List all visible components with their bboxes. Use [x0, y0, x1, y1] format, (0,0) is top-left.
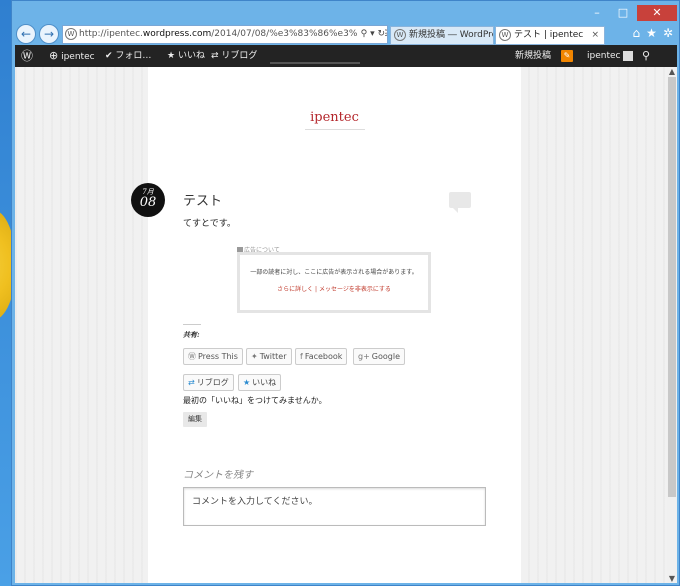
star-icon: ★ — [243, 378, 251, 387]
maximize-button[interactable]: □ — [611, 5, 635, 21]
facebook-button[interactable]: f Facebook — [295, 348, 348, 365]
tab-new-post[interactable]: W 新規投稿 ― WordPres… — [390, 26, 494, 45]
first-like-prompt: 最初の「いいね」をつけてみませんか。 — [183, 396, 327, 405]
post-title[interactable]: テスト — [183, 190, 222, 209]
page-background: ipentec 7月 08 テスト てすとです。 広告について 一部の読者に対し… — [15, 67, 667, 583]
wordpress-favicon-icon: W — [499, 29, 511, 41]
comment-input[interactable]: コメントを入力してください。 — [183, 487, 486, 526]
back-button[interactable]: ← — [16, 24, 36, 44]
tab-close-icon[interactable]: × — [591, 27, 599, 44]
ad-notice: 一部の読者に対し、ここに広告が表示される場合があります。 — [250, 269, 418, 276]
reblog-icon: ⇄ — [188, 378, 195, 387]
address-search-refresh-icons[interactable]: ⚲ ▾ ↻ — [357, 26, 385, 43]
ad-box: 一部の読者に対し、ここに広告が表示される場合があります。 さらに詳しく | メッ… — [237, 252, 431, 313]
reblog-share-button[interactable]: ⇄ リブログ — [183, 374, 234, 391]
settings-gear-icon[interactable]: ✲ — [663, 26, 673, 40]
twitter-bird-icon: ✦ — [251, 352, 258, 361]
edit-button[interactable]: 編集 — [183, 412, 207, 427]
favorites-star-icon[interactable]: ★ — [646, 26, 657, 40]
twitter-button[interactable]: ✦ Twitter — [246, 348, 292, 365]
tab-test-ipentec[interactable]: W テスト | ipentec × — [495, 26, 605, 45]
tab-label: テスト | ipentec — [514, 30, 584, 40]
close-button[interactable]: ✕ — [637, 5, 677, 21]
like-button[interactable]: ★ いいね — [167, 45, 205, 67]
loading-progress — [270, 62, 360, 64]
site-name-link[interactable]: ⊕ ipentec — [49, 45, 95, 67]
star-icon: ★ — [167, 51, 176, 61]
notifications-icon[interactable]: ✎ — [561, 50, 573, 62]
window-controls: – □ ✕ — [585, 5, 677, 21]
new-post-link[interactable]: 新規投稿 — [515, 45, 551, 67]
user-menu[interactable]: ipentec — [587, 45, 634, 67]
address-host: http://ipentec. — [79, 29, 143, 39]
forward-button[interactable]: → — [39, 24, 59, 44]
site-title[interactable]: ipentec — [148, 110, 521, 125]
post-body: てすとです。 — [183, 219, 236, 229]
minimize-button[interactable]: – — [585, 5, 609, 21]
facebook-icon: f — [300, 352, 303, 361]
search-icon[interactable]: ⚲ — [642, 45, 650, 67]
reblog-button[interactable]: ⇄ リブログ — [211, 45, 257, 67]
reblog-icon: ⇄ — [211, 51, 219, 61]
google-plus-button[interactable]: g+ Google — [353, 348, 405, 365]
title-underline — [305, 129, 365, 130]
vertical-scrollbar[interactable]: ▲ ▼ — [667, 67, 677, 583]
check-icon: ✔ — [105, 51, 113, 61]
main-content: ipentec 7月 08 テスト てすとです。 広告について 一部の読者に対し… — [131, 67, 521, 583]
browser-toolbar-icons: ⌂ ★ ✲ — [633, 26, 673, 40]
tab-label: 新規投稿 ― WordPres… — [409, 30, 493, 40]
wordpress-admin-bar: Ⓦ ⊕ ipentec ✔ フォロ… ★ いいね ⇄ リブログ 新規投稿 ✎ i… — [15, 45, 677, 67]
wordpress-favicon-icon: W — [65, 28, 77, 40]
navigation-bar: ← → W http://ipentec.wordpress.com/2014/… — [12, 23, 679, 47]
scroll-up-icon[interactable]: ▲ — [667, 67, 677, 76]
browser-content: Ⓦ ⊕ ipentec ✔ フォロ… ★ いいね ⇄ リブログ 新規投稿 ✎ i… — [15, 45, 677, 583]
browser-window: – □ ✕ ← → W http://ipentec.wordpress.com… — [11, 0, 680, 586]
ad-links[interactable]: さらに詳しく | メッセージを非表示にする — [240, 284, 428, 293]
wordpress-favicon-icon: W — [394, 29, 406, 41]
wordpress-icon: Ⓦ — [188, 352, 196, 361]
comment-heading: コメントを残す — [183, 470, 253, 481]
comment-bubble-icon[interactable] — [449, 192, 471, 213]
scrollbar-thumb[interactable] — [668, 77, 676, 497]
post-day: 08 — [139, 195, 157, 210]
post-date-badge: 7月 08 — [131, 183, 165, 217]
follow-button[interactable]: ✔ フォロ… — [105, 45, 151, 67]
avatar-icon — [623, 50, 634, 61]
scroll-down-icon[interactable]: ▼ — [667, 574, 677, 583]
share-heading: 共有: — [183, 330, 200, 339]
address-bar[interactable]: W http://ipentec.wordpress.com/2014/07/0… — [62, 25, 388, 44]
like-share-button[interactable]: ★ いいね — [238, 374, 282, 391]
wordpress-logo-icon[interactable]: Ⓦ — [21, 45, 33, 67]
address-domain: wordpress.com — [142, 29, 212, 39]
press-this-button[interactable]: Ⓦ Press This — [183, 348, 243, 365]
globe-icon: ⊕ — [49, 49, 59, 62]
share-divider — [183, 324, 201, 325]
google-plus-icon: g+ — [358, 352, 370, 361]
home-icon[interactable]: ⌂ — [633, 26, 641, 40]
